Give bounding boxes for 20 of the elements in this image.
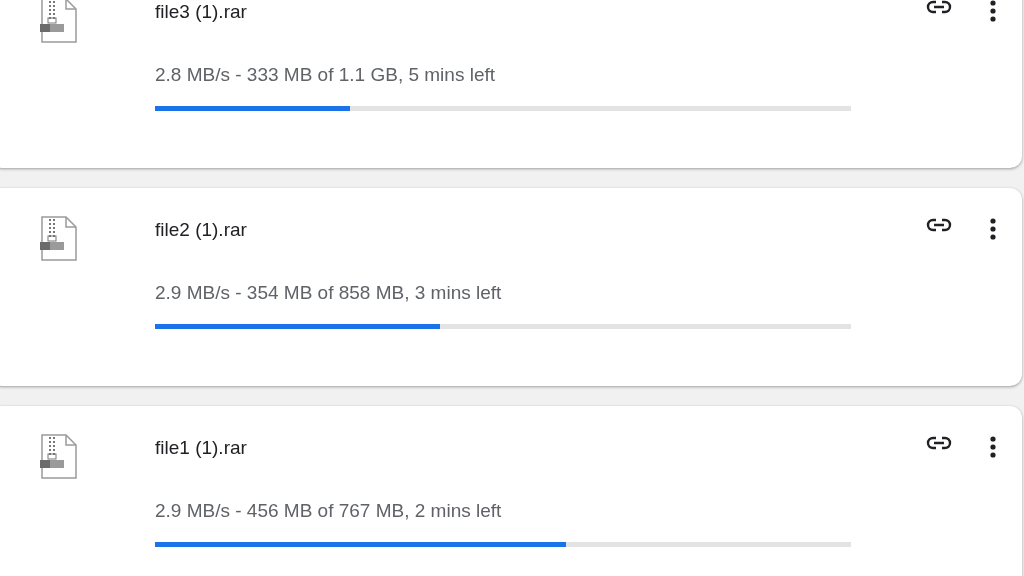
more-options-icon [990,0,996,22]
copy-link-button[interactable] [926,218,952,232]
more-button[interactable] [990,218,996,240]
link-icon [926,0,952,14]
file-name: file1 (1).rar [155,436,247,460]
more-button[interactable] [990,436,996,458]
download-status: 2.9 MB/s - 354 MB of 858 MB, 3 mins left [155,281,502,305]
file-name: file3 (1).rar [155,0,247,24]
more-options-icon [990,218,996,240]
archive-file-icon [40,216,78,262]
archive-file-icon [40,434,78,480]
more-options-icon [990,436,996,458]
copy-link-button[interactable] [926,0,952,14]
download-status: 2.9 MB/s - 456 MB of 767 MB, 2 mins left [155,499,502,523]
copy-link-button[interactable] [926,436,952,450]
link-icon [926,218,952,232]
link-icon [926,436,952,450]
download-status: 2.8 MB/s - 333 MB of 1.1 GB, 5 mins left [155,63,496,87]
file-name: file2 (1).rar [155,218,247,242]
more-button[interactable] [990,0,996,22]
